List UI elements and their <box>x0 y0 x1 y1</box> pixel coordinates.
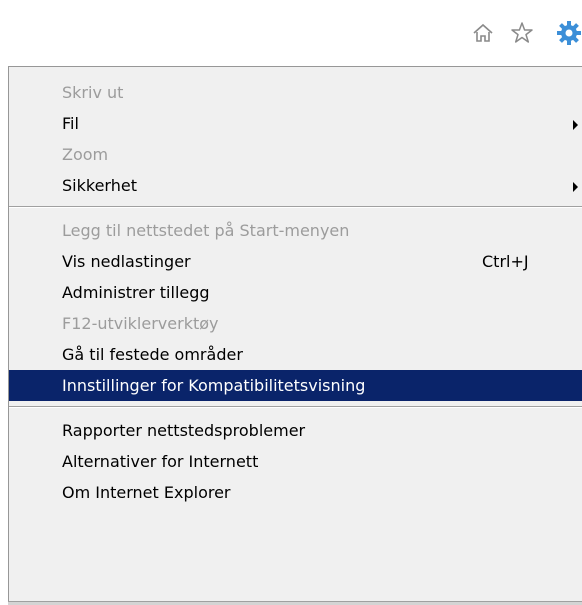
menu-item-pinned-sites[interactable]: Gå til festede områder <box>9 339 582 370</box>
menu-item-label: Zoom <box>62 145 109 164</box>
menu-item-label: Innstillinger for Kompatibilitetsvisning <box>62 376 366 395</box>
menu-bottom-border <box>8 601 582 605</box>
menu-item-shortcut: Ctrl+J <box>482 252 529 271</box>
menu-item-label: Skriv ut <box>62 83 124 102</box>
menu-item-label: Fil <box>62 114 79 133</box>
home-icon[interactable] <box>470 20 496 46</box>
menu-item-label: Rapporter nettstedsproblemer <box>62 421 306 440</box>
menu-item-label: Vis nedlastinger <box>62 252 191 271</box>
menu-item-security[interactable]: Sikkerhet <box>9 170 582 201</box>
browser-toolbar <box>0 0 582 66</box>
gear-icon[interactable] <box>556 20 582 46</box>
menu-item-label: Administrer tillegg <box>62 283 210 302</box>
menu-item-label: Gå til festede områder <box>62 345 243 364</box>
menu-item-add-to-start[interactable]: Legg til nettstedet på Start-menyen <box>9 215 582 246</box>
tools-menu: Skriv ut Fil Zoom Sikkerhet Legg til net… <box>8 66 582 605</box>
menu-item-internet-options[interactable]: Alternativer for Internett <box>9 446 582 477</box>
menu-separator <box>9 401 582 415</box>
menu-item-label: Om Internet Explorer <box>62 483 231 502</box>
menu-item-label: F12-utviklerverktøy <box>62 314 219 333</box>
star-icon[interactable] <box>509 20 535 46</box>
menu-item-label: Legg til nettstedet på Start-menyen <box>62 221 350 240</box>
menu-item-label: Alternativer for Internett <box>62 452 259 471</box>
submenu-arrow-icon <box>573 182 578 192</box>
menu-item-view-downloads[interactable]: Vis nedlastinger Ctrl+J <box>9 246 582 277</box>
menu-item-manage-addons[interactable]: Administrer tillegg <box>9 277 582 308</box>
menu-item-label: Sikkerhet <box>62 176 137 195</box>
submenu-arrow-icon <box>573 120 578 130</box>
menu-item-report-problems[interactable]: Rapporter nettstedsproblemer <box>9 415 582 446</box>
menu-separator <box>9 201 582 215</box>
menu-item-print[interactable]: Skriv ut <box>9 77 582 108</box>
menu-item-file[interactable]: Fil <box>9 108 582 139</box>
menu-item-zoom[interactable]: Zoom <box>9 139 582 170</box>
menu-item-about-ie[interactable]: Om Internet Explorer <box>9 477 582 508</box>
menu-item-f12-tools[interactable]: F12-utviklerverktøy <box>9 308 582 339</box>
menu-item-compatibility-settings[interactable]: Innstillinger for Kompatibilitetsvisning <box>9 370 582 401</box>
